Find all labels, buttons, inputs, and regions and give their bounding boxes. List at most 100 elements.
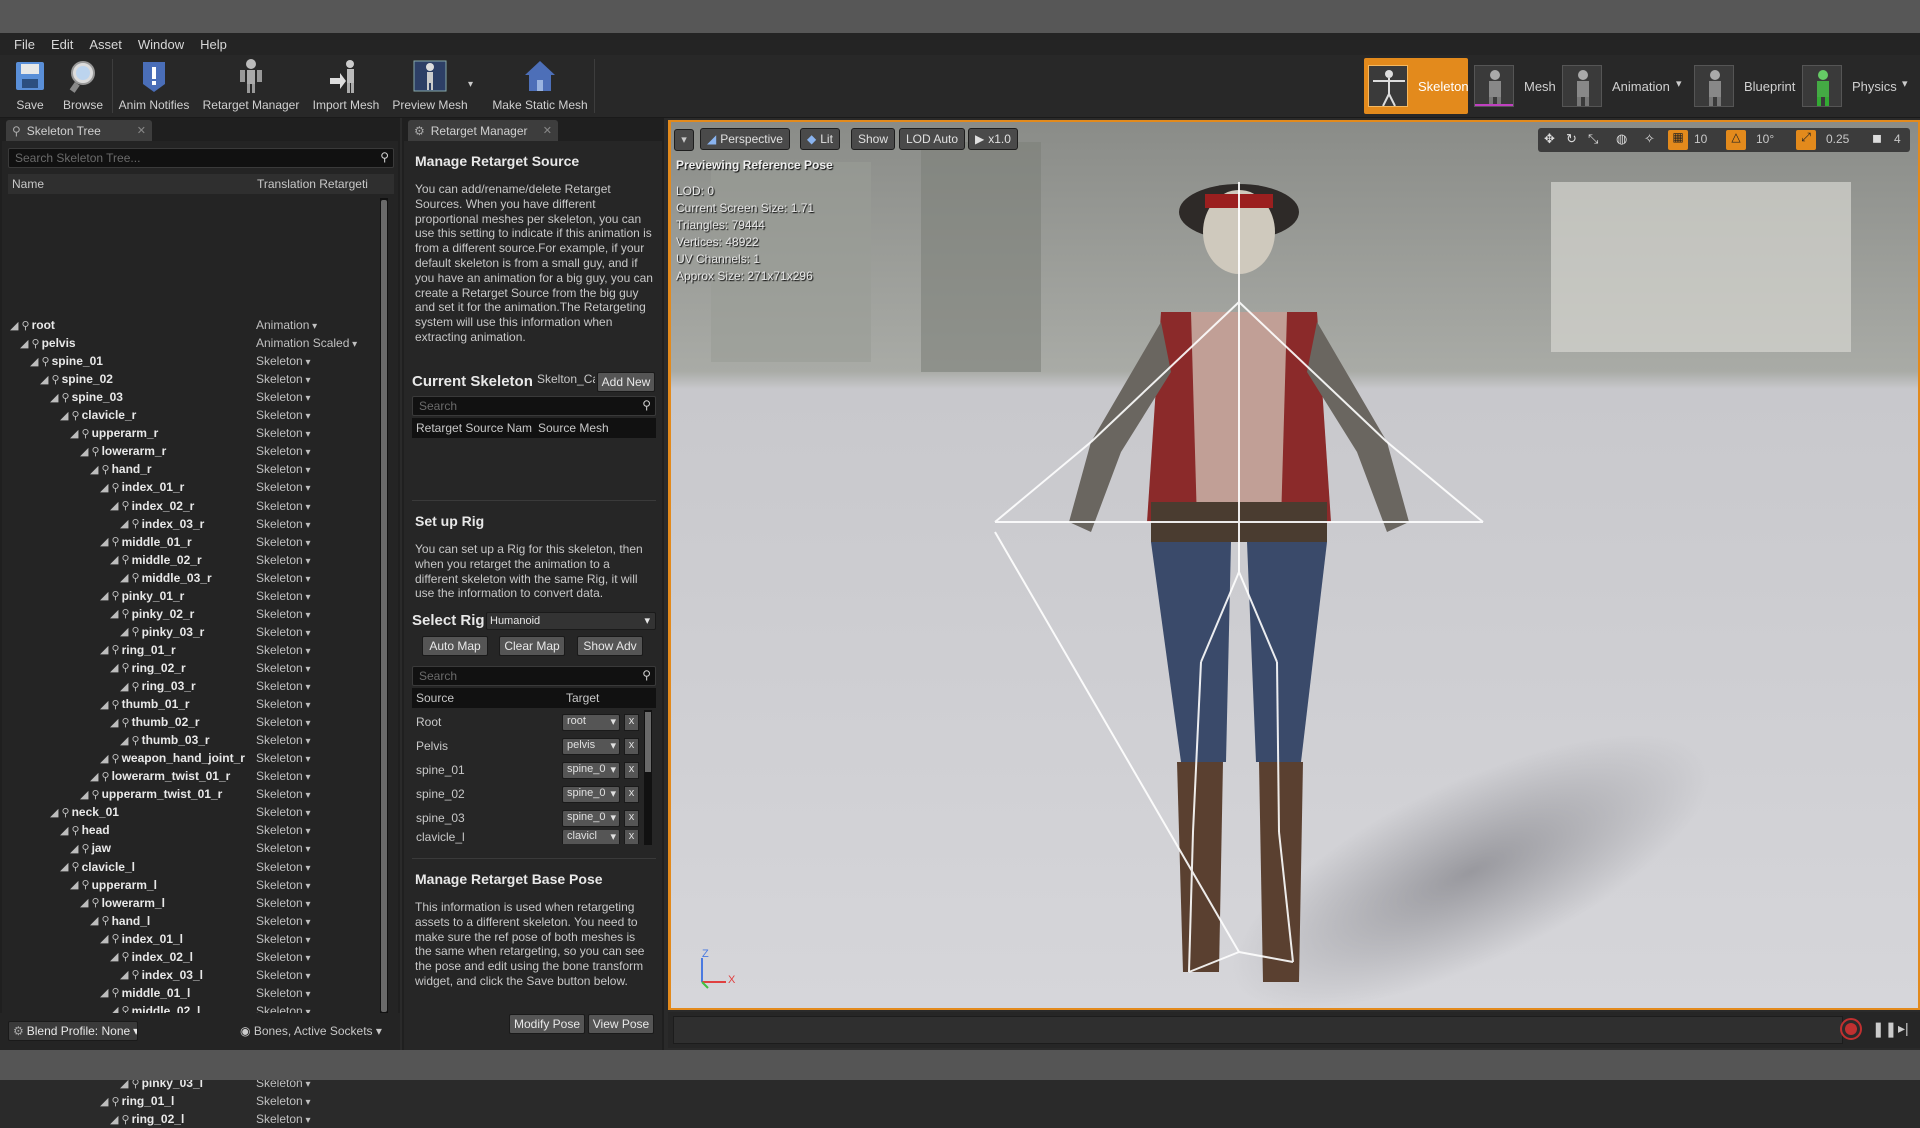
remove-mapping-button[interactable]: x	[624, 737, 639, 755]
tree-row-upperarm-l[interactable]: ◢ ⚲ upperarm_l Skeleton	[6, 876, 386, 894]
translation-retargeting-dropdown[interactable]: Skeleton	[256, 950, 311, 964]
surface-snap-icon[interactable]: ✧	[1644, 131, 1655, 147]
make-static-mesh-button[interactable]: Make Static Mesh	[490, 57, 590, 115]
retarget-source-search-input[interactable]: Search ⚲	[412, 396, 656, 416]
translation-retargeting-dropdown[interactable]: Skeleton	[256, 372, 311, 386]
tree-row-index-01-r[interactable]: ◢ ⚲ index_01_r Skeleton	[6, 478, 386, 496]
col-source[interactable]: Source	[416, 691, 454, 705]
menu-file[interactable]: File	[6, 37, 43, 52]
tree-row-clavicle-r[interactable]: ◢ ⚲ clavicle_r Skeleton	[6, 406, 386, 424]
tree-row-root[interactable]: ◢ ⚲ root Animation	[6, 316, 386, 334]
tree-row-pinky-01-r[interactable]: ◢ ⚲ pinky_01_r Skeleton	[6, 587, 386, 605]
playback-speed-button[interactable]: ▶ x1.0	[968, 128, 1018, 150]
translation-retargeting-dropdown[interactable]: Skeleton	[256, 535, 311, 549]
preview-mesh-button[interactable]: Preview Mesh	[390, 57, 470, 115]
translation-retargeting-dropdown[interactable]: Skeleton	[256, 823, 311, 837]
menu-help[interactable]: Help	[192, 37, 235, 52]
rotate-icon[interactable]: ↻	[1566, 131, 1577, 147]
mapping-scrollbar-thumb[interactable]	[645, 712, 651, 772]
rig-mapping-search-input[interactable]: Search ⚲	[412, 666, 656, 686]
camera-speed-icon[interactable]: ◼	[1872, 131, 1882, 145]
record-icon[interactable]	[1840, 1018, 1862, 1040]
tree-row-middle-02-r[interactable]: ◢ ⚲ middle_02_r Skeleton	[6, 551, 386, 569]
world-icon[interactable]: ◍	[1616, 131, 1627, 147]
menu-edit[interactable]: Edit	[43, 37, 81, 52]
translation-retargeting-dropdown[interactable]: Skeleton	[256, 661, 311, 675]
tree-row-thumb-02-r[interactable]: ◢ ⚲ thumb_02_r Skeleton	[6, 713, 386, 731]
mapping-target-dropdown[interactable]: clavicl	[562, 830, 620, 844]
translation-retargeting-dropdown[interactable]: Skeleton	[256, 1112, 311, 1126]
translation-retargeting-dropdown[interactable]: Skeleton	[256, 480, 311, 494]
auto-map-button[interactable]: Auto Map	[422, 636, 488, 656]
translation-retargeting-dropdown[interactable]: Skeleton	[256, 607, 311, 621]
remove-mapping-button[interactable]: x	[624, 713, 639, 731]
tree-row-head[interactable]: ◢ ⚲ head Skeleton	[6, 821, 386, 839]
tree-row-ring-02-r[interactable]: ◢ ⚲ ring_02_r Skeleton	[6, 659, 386, 677]
mapping-target-dropdown[interactable]: spine_0	[562, 761, 620, 779]
rotation-snap-icon[interactable]: △	[1726, 130, 1746, 150]
translation-retargeting-dropdown[interactable]: Skeleton	[256, 787, 311, 801]
translation-retargeting-dropdown[interactable]: Skeleton	[256, 697, 311, 711]
modify-pose-button[interactable]: Modify Pose	[509, 1014, 585, 1034]
mode-blueprint-button[interactable]: Blueprint	[1694, 61, 1795, 111]
tree-row-weapon-hand-joint-r[interactable]: ◢ ⚲ weapon_hand_joint_r Skeleton	[6, 749, 386, 767]
tree-row-index-01-l[interactable]: ◢ ⚲ index_01_l Skeleton	[6, 930, 386, 948]
tree-row-spine-01[interactable]: ◢ ⚲ spine_01 Skeleton	[6, 352, 386, 370]
save-button[interactable]: Save	[8, 57, 52, 115]
tree-row-lowerarm-r[interactable]: ◢ ⚲ lowerarm_r Skeleton	[6, 442, 386, 460]
tree-row-index-02-r[interactable]: ◢ ⚲ index_02_r Skeleton	[6, 497, 386, 515]
translation-retargeting-dropdown[interactable]: Skeleton	[256, 517, 311, 531]
tree-row-middle-03-r[interactable]: ◢ ⚲ middle_03_r Skeleton	[6, 569, 386, 587]
grid-snap-icon[interactable]: ▦	[1668, 130, 1688, 150]
scale-icon[interactable]: ⤡	[1588, 131, 1598, 147]
mode-animation-button[interactable]: Animation	[1562, 61, 1670, 111]
tree-row-hand-r[interactable]: ◢ ⚲ hand_r Skeleton	[6, 460, 386, 478]
tree-row-lowerarm-l[interactable]: ◢ ⚲ lowerarm_l Skeleton	[6, 894, 386, 912]
tree-row-pinky-03-r[interactable]: ◢ ⚲ pinky_03_r Skeleton	[6, 623, 386, 641]
viewport[interactable]	[668, 120, 1920, 1010]
mapping-target-dropdown[interactable]: root	[562, 713, 620, 731]
close-icon[interactable]: ✕	[137, 124, 146, 137]
anim-notifies-button[interactable]: Anim Notifies	[116, 57, 192, 115]
tree-row-jaw[interactable]: ◢ ⚲ jaw Skeleton	[6, 839, 386, 857]
translation-retargeting-dropdown[interactable]: Skeleton	[256, 390, 311, 404]
translation-retargeting-dropdown[interactable]: Skeleton	[256, 769, 311, 783]
tree-row-index-03-l[interactable]: ◢ ⚲ index_03_l Skeleton	[6, 966, 386, 984]
tree-row-clavicle-l[interactable]: ◢ ⚲ clavicle_l Skeleton	[6, 858, 386, 876]
lit-button[interactable]: ◆ Lit	[800, 128, 840, 150]
tree-row-thumb-03-r[interactable]: ◢ ⚲ thumb_03_r Skeleton	[6, 731, 386, 749]
tree-row-middle-01-r[interactable]: ◢ ⚲ middle_01_r Skeleton	[6, 533, 386, 551]
animation-dropdown-icon[interactable]: ▾	[1676, 77, 1682, 90]
translation-retargeting-dropdown[interactable]: Skeleton	[256, 878, 311, 892]
mapping-target-dropdown[interactable]: spine_0	[562, 785, 620, 803]
tree-row-ring-03-r[interactable]: ◢ ⚲ ring_03_r Skeleton	[6, 677, 386, 695]
remove-mapping-button[interactable]: x	[624, 785, 639, 803]
translation-retargeting-dropdown[interactable]: Skeleton	[256, 1094, 311, 1108]
translation-retargeting-dropdown[interactable]: Skeleton	[256, 625, 311, 639]
viewport-options-button[interactable]: ▾	[674, 129, 694, 151]
tree-row-spine-02[interactable]: ◢ ⚲ spine_02 Skeleton	[6, 370, 386, 388]
timeline-track[interactable]	[673, 1016, 1843, 1044]
tree-row-pelvis[interactable]: ◢ ⚲ pelvis Animation Scaled	[6, 334, 386, 352]
tree-row-ring-01-r[interactable]: ◢ ⚲ ring_01_r Skeleton	[6, 641, 386, 659]
translation-retargeting-dropdown[interactable]: Skeleton	[256, 896, 311, 910]
step-forward-icon[interactable]: ▸|	[1898, 1020, 1909, 1037]
mode-mesh-button[interactable]: Mesh	[1474, 61, 1556, 111]
translation-retargeting-dropdown[interactable]: Skeleton	[256, 986, 311, 1000]
mapping-target-dropdown[interactable]: spine_0	[562, 809, 620, 827]
clear-map-button[interactable]: Clear Map	[499, 636, 565, 656]
col-name-header[interactable]: Name	[12, 177, 44, 191]
mapping-target-dropdown[interactable]: pelvis	[562, 737, 620, 755]
show-advanced-button[interactable]: Show Adv	[577, 636, 643, 656]
pause-icon[interactable]: ❚❚	[1872, 1020, 1897, 1038]
menu-asset[interactable]: Asset	[81, 37, 130, 52]
translation-retargeting-dropdown[interactable]: Skeleton	[256, 914, 311, 928]
col-target[interactable]: Target	[566, 691, 599, 705]
translation-retargeting-dropdown[interactable]: Skeleton	[256, 426, 311, 440]
translation-retargeting-dropdown[interactable]: Skeleton	[256, 805, 311, 819]
menu-window[interactable]: Window	[130, 37, 192, 52]
import-mesh-button[interactable]: Import Mesh	[310, 57, 382, 115]
translation-retargeting-dropdown[interactable]: Skeleton	[256, 643, 311, 657]
translation-retargeting-dropdown[interactable]: Skeleton	[256, 968, 311, 982]
col-source-mesh[interactable]: Source Mesh	[538, 421, 609, 435]
